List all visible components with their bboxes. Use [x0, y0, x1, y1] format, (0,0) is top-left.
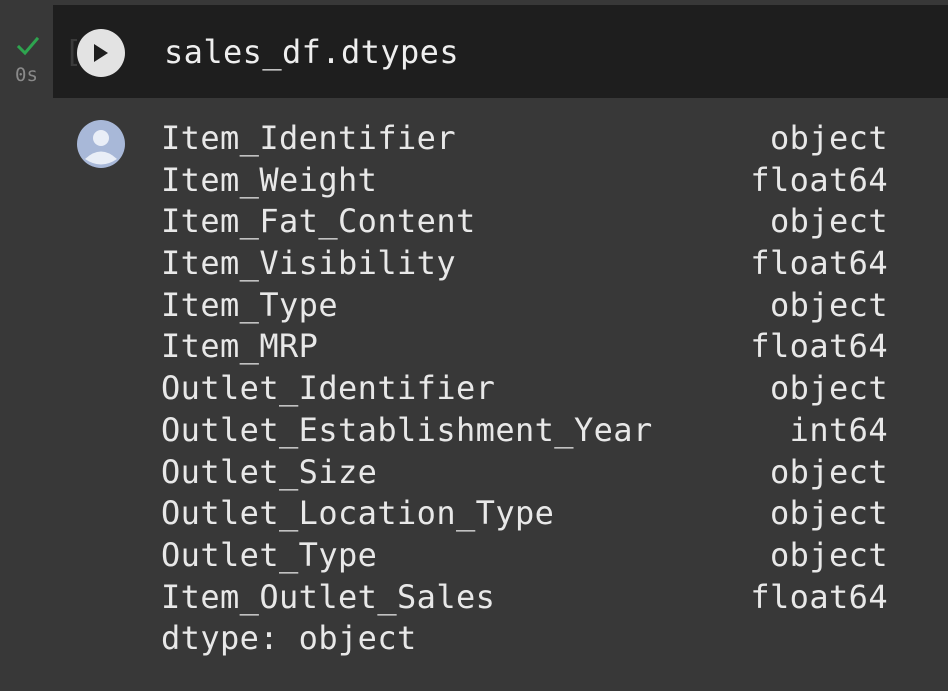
column-name: Item_Type: [161, 285, 338, 324]
notebook-cell: 0s [ ] sales_df.dtypes Item_Identifierob…: [0, 0, 948, 691]
column-name: Item_Outlet_Sales: [161, 577, 496, 616]
column-dtype: float64: [750, 577, 888, 616]
column-dtype: object: [770, 285, 888, 324]
output-row: Item_Identifier object: [161, 118, 888, 160]
play-icon: [94, 44, 108, 62]
column-name: Item_Identifier: [161, 119, 456, 157]
output-row: Item_Outlet_Sales float64: [161, 577, 888, 619]
user-avatar-icon: [77, 120, 125, 168]
cell-output: Item_Identifier object Item_Weight float64 I…: [53, 98, 948, 691]
column-name: Outlet_Establishment_Year: [161, 410, 653, 449]
column-name: Outlet_Identifier: [161, 369, 496, 408]
output-row: Outlet_Type object: [161, 535, 888, 577]
column-name: Item_Weight: [161, 160, 378, 199]
column-dtype: float64: [750, 244, 888, 283]
code-cell-input[interactable]: [ ] sales_df.dtypes: [53, 5, 948, 98]
output-row: Item_Weight float64: [161, 160, 888, 202]
output-row: Outlet_Establishment_Year int64: [161, 410, 888, 452]
column-dtype: object: [770, 119, 888, 157]
column-dtype: object: [770, 369, 888, 408]
output-row: Item_MRP float64: [161, 326, 888, 368]
column-dtype: object: [770, 494, 888, 533]
execution-time: 0s: [15, 64, 38, 86]
output-footer: dtype: object: [161, 619, 417, 658]
cell-gutter: 0s: [0, 0, 52, 691]
output-row: Item_Visibility float64: [161, 243, 888, 285]
column-name: Outlet_Location_Type: [161, 494, 555, 533]
output-row: Outlet_Size object: [161, 452, 888, 494]
run-cell-button[interactable]: [77, 29, 125, 77]
output-row: Outlet_Location_Type object: [161, 493, 888, 535]
column-name: Item_MRP: [161, 327, 319, 366]
column-dtype: object: [770, 535, 888, 574]
column-dtype: float64: [750, 160, 888, 199]
column-dtype: int64: [789, 410, 888, 449]
column-name: Item_Visibility: [161, 244, 456, 283]
column-dtype: object: [770, 452, 888, 491]
output-row: Outlet_Identifier object: [161, 368, 888, 410]
column-name: Outlet_Size: [161, 452, 378, 491]
output-row: Item_Fat_Content object: [161, 201, 888, 243]
code-editor[interactable]: sales_df.dtypes: [164, 33, 459, 71]
output-text: Item_Identifier object Item_Weight float64 I…: [161, 118, 888, 660]
column-name: Item_Fat_Content: [161, 202, 476, 241]
column-dtype: float64: [750, 327, 888, 366]
column-dtype: object: [770, 202, 888, 241]
output-row: Item_Type object: [161, 285, 888, 327]
checkmark-icon: [17, 36, 39, 56]
column-name: Outlet_Type: [161, 535, 378, 574]
